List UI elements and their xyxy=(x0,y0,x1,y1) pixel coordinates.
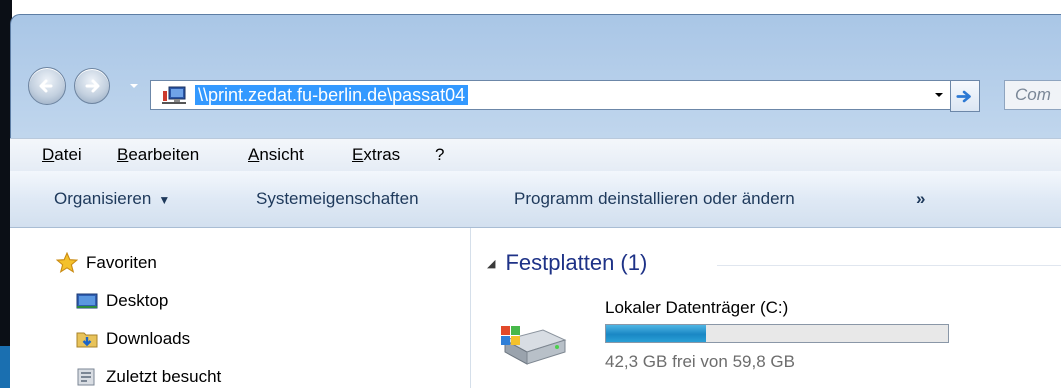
nav-desktop[interactable]: Desktop xyxy=(76,288,168,314)
chevron-down-icon xyxy=(935,93,943,97)
arrow-right-icon xyxy=(85,79,100,93)
command-bar: Organisieren ▼ Systemeigenschaften Progra… xyxy=(10,171,1061,228)
organize-label: Organisieren xyxy=(54,189,152,208)
arrow-left-icon xyxy=(39,79,53,93)
more-commands-button[interactable]: » xyxy=(916,189,925,209)
content-pane: ◢ Festplatten (1) Lokaler Datenträger (C… xyxy=(471,228,1061,388)
downloads-folder-icon xyxy=(76,329,98,349)
menu-datei[interactable]: Datei xyxy=(42,145,82,165)
forward-button[interactable] xyxy=(74,68,110,104)
nav-favorites[interactable]: Favoriten xyxy=(56,250,157,276)
uninstall-program-button[interactable]: Programm deinstallieren oder ändern xyxy=(514,189,795,209)
system-properties-button[interactable]: Systemeigenschaften xyxy=(256,189,419,209)
chevron-down-icon: ▼ xyxy=(158,193,171,207)
go-arrow-icon xyxy=(956,90,971,102)
back-button[interactable] xyxy=(28,67,66,105)
favorites-label: Favoriten xyxy=(86,253,157,272)
nav-recent-places[interactable]: Zuletzt besucht xyxy=(76,364,221,390)
recent-pages-dropdown[interactable] xyxy=(126,78,142,94)
address-path[interactable]: \\print.zedat.fu-berlin.de\passat04 xyxy=(195,85,469,105)
menu-extras[interactable]: Extras xyxy=(352,145,400,165)
desktop-icon xyxy=(76,291,98,311)
menu-bearbeiten[interactable]: Bearbeiten xyxy=(117,145,199,165)
search-input[interactable]: Com xyxy=(1004,80,1061,110)
nav-item-label: Downloads xyxy=(106,329,191,348)
menu-ansicht[interactable]: Ansicht xyxy=(248,145,304,165)
drive-name: Lokaler Datenträger (C:) xyxy=(605,298,789,317)
drive-free-space: 42,3 GB frei von 59,8 GB xyxy=(605,352,795,371)
collapse-triangle-icon[interactable]: ◢ xyxy=(487,257,495,270)
navigation-pane: Favoriten Desktop Downloads Zuletzt besu… xyxy=(10,228,471,388)
drives-group-header[interactable]: ◢ Festplatten (1) xyxy=(487,250,647,276)
chevron-down-icon xyxy=(130,84,138,88)
title-bar xyxy=(11,15,1061,73)
group-divider xyxy=(717,265,1061,266)
menu-bar: Datei Bearbeiten Ansicht Extras ? xyxy=(10,138,1061,172)
menu-help[interactable]: ? xyxy=(435,145,444,165)
drive-usage-bar xyxy=(605,324,949,343)
organize-button[interactable]: Organisieren ▼ xyxy=(54,189,170,209)
nav-downloads[interactable]: Downloads xyxy=(76,326,190,352)
recent-places-icon xyxy=(76,367,98,387)
drive-usage-fill xyxy=(606,325,707,342)
nav-item-label: Zuletzt besucht xyxy=(106,367,222,386)
network-computer-icon xyxy=(162,86,186,104)
address-dropdown[interactable] xyxy=(928,80,950,110)
star-icon xyxy=(56,252,78,274)
hard-drive-icon xyxy=(501,326,567,365)
nav-item-label: Desktop xyxy=(106,291,169,310)
address-bar[interactable]: \\print.zedat.fu-berlin.de\passat04 xyxy=(150,80,972,110)
group-title: Festplatten (1) xyxy=(505,250,648,275)
go-button[interactable] xyxy=(950,80,980,112)
